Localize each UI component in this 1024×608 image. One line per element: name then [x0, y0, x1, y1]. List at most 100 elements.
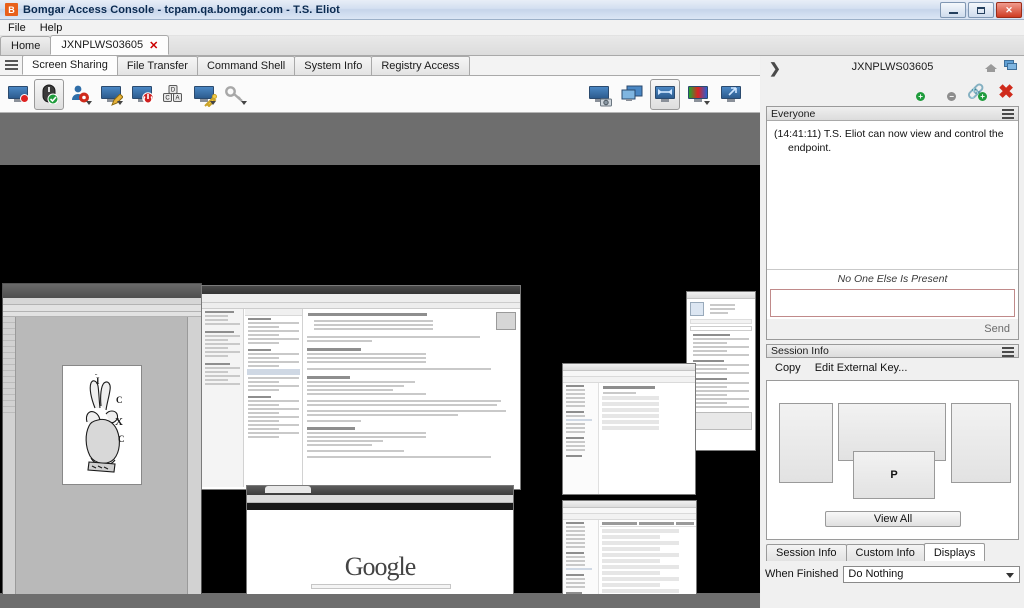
menu-item-file[interactable]: File	[8, 22, 26, 34]
bookmarks-bar[interactable]	[247, 503, 513, 510]
explorer-window-documents[interactable]	[562, 363, 696, 495]
when-finished-value: Do Nothing	[848, 568, 904, 580]
presence-status: No One Else Is Present	[767, 269, 1018, 287]
hamburger-icon[interactable]	[1002, 109, 1014, 119]
collapse-panel-icon[interactable]: ❯	[769, 60, 781, 77]
canvas-area: I ¨ C X C	[3, 317, 201, 608]
google-search-input[interactable]	[311, 584, 451, 589]
monitor-primary[interactable]: P	[853, 451, 935, 499]
screenshot-icon[interactable]	[584, 79, 614, 110]
explorer-navigation-pane[interactable]	[563, 383, 599, 494]
session-tab-strip: Home JXNPLWS03605 ✕	[0, 35, 1024, 56]
chat-section: Everyone (14:41:11) T.S. Eliot can now v…	[766, 106, 1019, 340]
svg-text:C: C	[116, 395, 123, 405]
copy-link[interactable]: Copy	[775, 362, 801, 374]
chat-message-continuation: endpoint.	[788, 142, 832, 155]
remove-participant-button[interactable]: −	[936, 83, 957, 101]
annotate-screen-icon[interactable]	[96, 79, 126, 110]
panels-dock[interactable]	[187, 317, 201, 608]
remote-screen-viewport[interactable]: I ¨ C X C Google	[0, 113, 760, 608]
when-finished-row: When Finished Do Nothing	[765, 564, 1020, 584]
tab-label: File Transfer	[126, 60, 188, 72]
home-icon[interactable]	[985, 61, 997, 72]
add-participant-button[interactable]: +	[905, 83, 926, 101]
chevron-down-icon[interactable]	[241, 100, 247, 105]
send-ctrl-alt-del-icon[interactable]: D C A	[158, 79, 188, 110]
toolbar-right-group	[584, 78, 746, 110]
chevron-down-icon[interactable]	[704, 100, 710, 105]
tab-label: Registry Access	[381, 60, 460, 72]
when-finished-select[interactable]: Do Nothing	[843, 565, 1020, 583]
screen-sharing-toolbar: D C A	[0, 76, 760, 113]
windows-dialog[interactable]	[686, 291, 756, 451]
chat-header-label: Everyone	[771, 107, 816, 120]
tab-system-info[interactable]: System Info	[294, 56, 373, 75]
ribbon[interactable]	[202, 294, 520, 303]
explorer-titlebar	[563, 364, 695, 371]
monitor-1[interactable]	[779, 403, 833, 483]
photoshop-window[interactable]: I ¨ C X C	[2, 283, 202, 608]
outlook-window[interactable]	[201, 285, 521, 490]
svg-text:X: X	[115, 416, 123, 428]
chat-send-row: Send	[767, 319, 1018, 339]
svg-text:A: A	[175, 96, 179, 102]
add-session-icon[interactable]	[1004, 60, 1018, 72]
fit-width-icon[interactable]	[650, 78, 680, 110]
monitor-layout: P	[779, 393, 1011, 499]
chat-message-time: (14:41:11)	[774, 128, 822, 140]
menu-icon[interactable]	[0, 55, 22, 75]
chevron-down-icon[interactable]	[1006, 572, 1014, 578]
session-tab-home[interactable]: Home	[0, 36, 52, 55]
app-logo-icon: B	[5, 3, 18, 16]
explorer-file-list[interactable]	[600, 383, 695, 494]
tab-screen-sharing[interactable]: Screen Sharing	[22, 55, 118, 75]
chevron-down-icon[interactable]	[210, 100, 216, 105]
chevron-down-icon[interactable]	[86, 100, 92, 105]
feature-tab-strip: Screen Sharing File Transfer Command She…	[0, 55, 760, 76]
tab-session-info[interactable]: Session Info	[766, 544, 847, 561]
scale-to-fit-icon[interactable]	[617, 79, 647, 110]
address-bar[interactable]	[247, 495, 513, 503]
message-list[interactable]	[245, 309, 303, 487]
color-depth-icon[interactable]	[683, 79, 713, 110]
tab-registry-access[interactable]: Registry Access	[371, 56, 470, 75]
tab-file-transfer[interactable]: File Transfer	[116, 56, 198, 75]
end-session-button[interactable]: ✖	[998, 83, 1014, 102]
tab-label: Screen Sharing	[32, 59, 108, 71]
chat-header: Everyone	[767, 107, 1018, 121]
view-all-button[interactable]: View All	[825, 511, 961, 527]
hamburger-icon[interactable]	[1002, 347, 1014, 357]
stop-screen-sharing-icon[interactable]	[3, 79, 33, 110]
privacy-screen-icon[interactable]	[65, 79, 95, 110]
credential-injection-icon[interactable]	[220, 79, 250, 110]
power-control-icon[interactable]	[127, 79, 157, 110]
chrome-window[interactable]: Google Google Search I'm Feeling Lucky	[246, 485, 514, 608]
close-button[interactable]: ✕	[996, 2, 1022, 18]
window-title: Bomgar Access Console - tcpam.qa.bomgar.…	[23, 3, 340, 16]
restore-button[interactable]	[968, 2, 994, 18]
link-add-icon[interactable]: 🔗 +	[967, 83, 988, 101]
session-side-panel: ❯ JXNPLWS03605 + − 🔗 + ✖ Everyone (14:41…	[761, 56, 1024, 608]
browser-titlebar	[247, 486, 513, 495]
chat-input[interactable]	[770, 289, 1015, 317]
menu-strip	[3, 298, 201, 305]
tool-palette[interactable]	[3, 317, 16, 608]
explorer-window-files[interactable]	[562, 500, 697, 608]
tab-command-shell[interactable]: Command Shell	[196, 56, 296, 75]
fullscreen-icon[interactable]	[716, 79, 746, 110]
mouse-control-icon[interactable]	[34, 78, 64, 110]
close-icon[interactable]: ✕	[149, 39, 158, 52]
folder-pane[interactable]	[202, 309, 244, 487]
session-tab-jxnplws03605[interactable]: JXNPLWS03605 ✕	[50, 35, 170, 55]
minimize-button[interactable]	[940, 2, 966, 18]
monitor-4[interactable]	[951, 403, 1011, 483]
send-button[interactable]: Send	[984, 323, 1010, 335]
google-logo: Google	[344, 552, 417, 581]
tab-custom-info[interactable]: Custom Info	[845, 544, 925, 561]
session-tab-label: Home	[11, 40, 41, 52]
menu-item-help[interactable]: Help	[40, 22, 63, 34]
special-actions-icon[interactable]	[189, 79, 219, 110]
tab-displays[interactable]: Displays	[923, 543, 986, 561]
edit-external-key-link[interactable]: Edit External Key...	[815, 362, 908, 374]
chevron-down-icon[interactable]	[117, 100, 123, 105]
